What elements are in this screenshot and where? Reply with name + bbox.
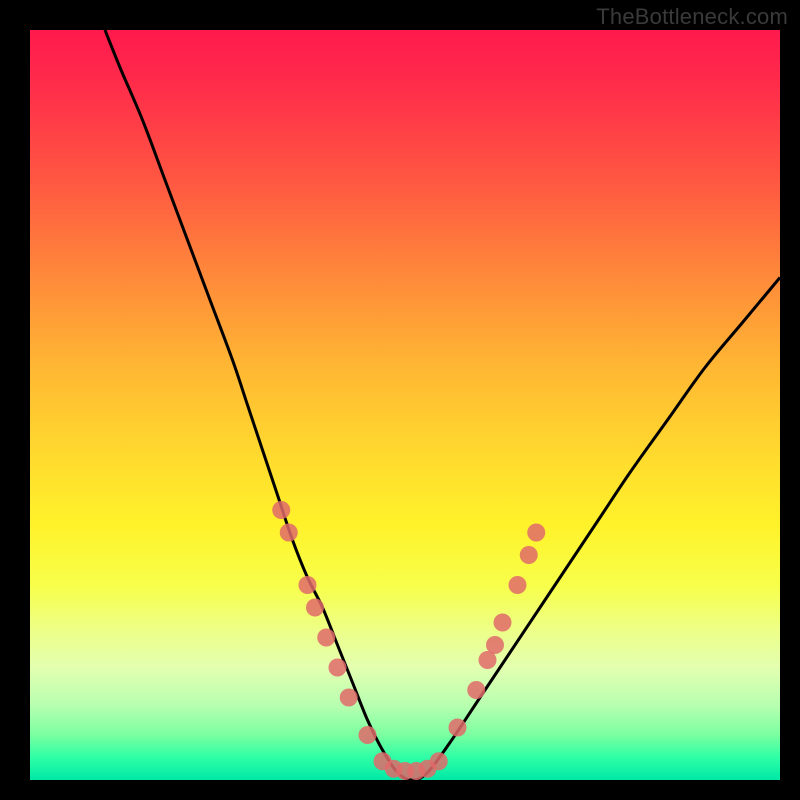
data-dot bbox=[527, 524, 545, 542]
data-dot bbox=[467, 681, 485, 699]
watermark-text: TheBottleneck.com bbox=[596, 4, 788, 30]
data-dot bbox=[520, 546, 538, 564]
plot-area bbox=[30, 30, 780, 780]
data-dot bbox=[280, 524, 298, 542]
data-dot bbox=[430, 752, 448, 770]
data-dot bbox=[306, 599, 324, 617]
data-dot bbox=[317, 629, 335, 647]
data-dot bbox=[486, 636, 504, 654]
data-dot bbox=[494, 614, 512, 632]
chart-frame: TheBottleneck.com bbox=[0, 0, 800, 800]
data-dot bbox=[329, 659, 347, 677]
data-dot bbox=[509, 576, 527, 594]
data-dot bbox=[299, 576, 317, 594]
curve-layer bbox=[30, 30, 780, 780]
data-dot bbox=[272, 501, 290, 519]
data-dot bbox=[359, 726, 377, 744]
bottleneck-curve bbox=[105, 30, 780, 780]
data-dot bbox=[449, 719, 467, 737]
data-dot bbox=[340, 689, 358, 707]
